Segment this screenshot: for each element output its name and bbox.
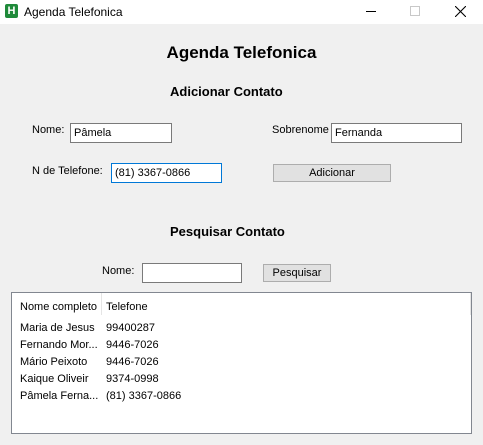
- column-header-phone[interactable]: Telefone: [106, 301, 148, 313]
- table-row[interactable]: Mário Peixoto 9446-7026: [12, 354, 471, 371]
- phone-cell: (81) 3367-0866: [106, 390, 182, 402]
- phone-cell: 9446-7026: [106, 339, 159, 351]
- name-cell: Fernando Mor...: [20, 339, 98, 351]
- contacts-listview[interactable]: Nome completo Telefone Maria de Jesus 99…: [11, 292, 472, 434]
- phone-cell: 9374-0998: [106, 373, 159, 385]
- table-row[interactable]: Pâmela Ferna... (81) 3367-0866: [12, 388, 471, 405]
- column-header-full-name[interactable]: Nome completo: [20, 301, 97, 313]
- column-divider[interactable]: [101, 293, 102, 315]
- name-label: Nome:: [32, 124, 65, 136]
- add-button[interactable]: Adicionar: [273, 164, 391, 182]
- table-row[interactable]: Maria de Jesus 99400287: [12, 320, 471, 337]
- search-name-label: Nome:: [102, 265, 135, 277]
- add-contact-title: Adicionar Contato: [170, 84, 283, 99]
- table-row[interactable]: Kaique Oliveir 9374-0998: [12, 371, 471, 388]
- window-title: Agenda Telefonica: [24, 5, 123, 19]
- search-input[interactable]: [142, 263, 242, 283]
- name-cell: Maria de Jesus: [20, 322, 95, 334]
- phone-label: N de Telefone:: [32, 165, 103, 177]
- name-input[interactable]: Pâmela: [70, 123, 172, 143]
- name-cell: Pâmela Ferna...: [20, 390, 99, 402]
- list-header: Nome completo Telefone: [12, 293, 471, 317]
- search-button[interactable]: Pesquisar: [263, 264, 331, 282]
- title-bar[interactable]: H Agenda Telefonica: [0, 0, 483, 24]
- app-icon: H: [5, 4, 18, 18]
- phone-cell: 99400287: [106, 322, 155, 334]
- table-row[interactable]: Fernando Mor... 9446-7026: [12, 337, 471, 354]
- surname-label: Sobrenome: [272, 124, 329, 136]
- phone-cell: 9446-7026: [106, 356, 159, 368]
- search-contact-title: Pesquisar Contato: [170, 224, 285, 239]
- phone-input[interactable]: (81) 3367-0866: [111, 163, 222, 183]
- column-divider[interactable]: [470, 293, 471, 315]
- close-icon[interactable]: [440, 0, 480, 24]
- name-cell: Kaique Oliveir: [20, 373, 89, 385]
- minimize-icon[interactable]: [352, 0, 392, 24]
- maximize-icon[interactable]: [396, 0, 436, 24]
- surname-input[interactable]: Fernanda: [331, 123, 462, 143]
- page-title: Agenda Telefonica: [166, 43, 317, 62]
- name-cell: Mário Peixoto: [20, 356, 88, 368]
